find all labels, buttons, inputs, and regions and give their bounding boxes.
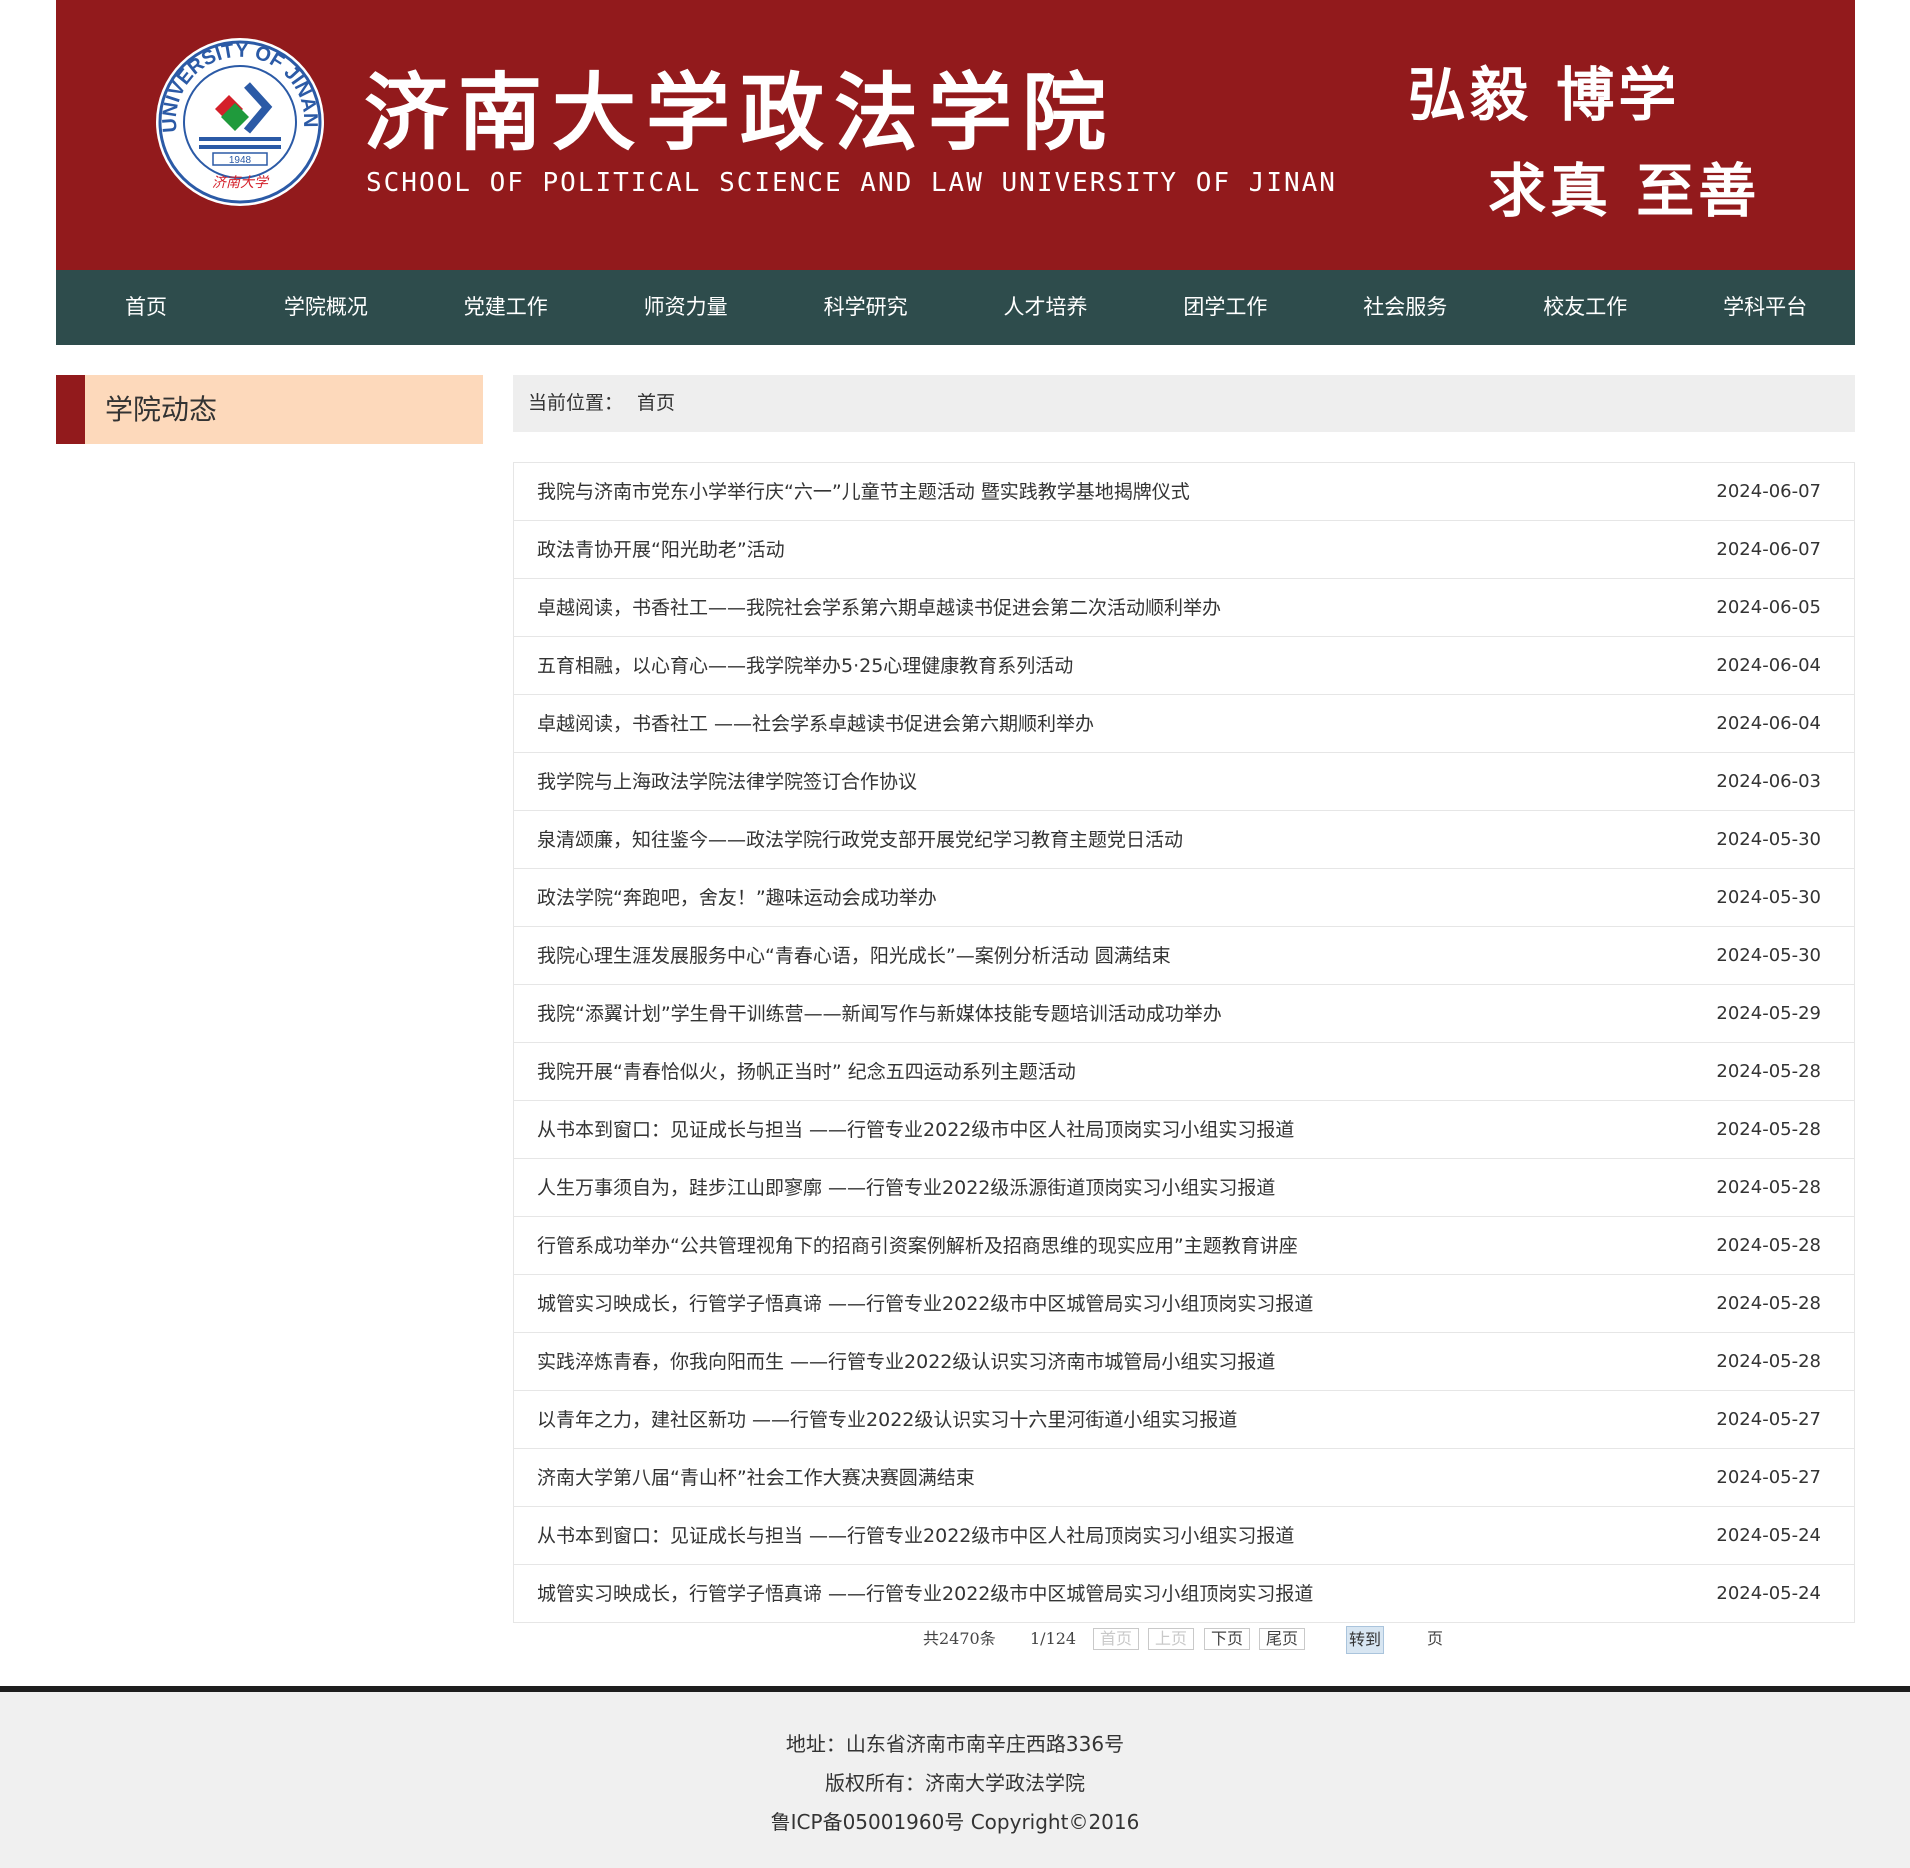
news-date: 2024-05-27 — [1716, 1467, 1821, 1488]
news-list-item[interactable]: 行管系成功举办“公共管理视角下的招商引资案例解析及招商思维的现实应用”主题教育讲… — [514, 1217, 1854, 1275]
breadcrumb-home-link[interactable]: 首页 — [637, 392, 675, 414]
svg-text:1948: 1948 — [229, 155, 252, 166]
news-date: 2024-05-28 — [1716, 1235, 1821, 1256]
site-footer: 地址：山东省济南市南辛庄西路336号 版权所有：济南大学政法学院 鲁ICP备05… — [0, 1692, 1910, 1868]
pagination-page-indicator: 1/124 — [1030, 1629, 1077, 1648]
nav-item-youth-league[interactable]: 团学工作 — [1135, 270, 1315, 345]
sidebar-title: 学院动态 — [105, 393, 218, 426]
news-list-item[interactable]: 我院与济南市党东小学举行庆“六一”儿童节主题活动 暨实践教学基地揭牌仪式 2024… — [514, 463, 1854, 521]
news-title-link[interactable]: 政法学院“奔跑吧，舍友！”趣味运动会成功举办 — [537, 869, 937, 927]
news-title-link[interactable]: 我院心理生涯发展服务中心“青春心语，阳光成长”—案例分析活动 圆满结束 — [537, 927, 1171, 985]
news-date: 2024-06-03 — [1716, 771, 1821, 792]
news-title-link[interactable]: 实践淬炼青春，你我向阳而生 ——行管专业2022级认识实习济南市城管局小组实习报… — [537, 1333, 1275, 1391]
motto-line-2: 求真 至善 — [1488, 157, 1761, 225]
news-list-item[interactable]: 五育相融，以心育心——我学院举办5·25心理健康教育系列活动 2024-06-04 — [514, 637, 1854, 695]
pagination-first-button[interactable]: 首页 — [1093, 1628, 1140, 1650]
news-date: 2024-06-04 — [1716, 655, 1821, 676]
news-date: 2024-05-28 — [1716, 1177, 1821, 1198]
news-title-link[interactable]: 从书本到窗口：见证成长与担当 ——行管专业2022级市中区人社局顶岗实习小组实习… — [537, 1507, 1294, 1565]
news-date: 2024-06-05 — [1716, 597, 1821, 618]
news-date: 2024-05-24 — [1716, 1525, 1821, 1546]
footer-copyright: 版权所有：济南大学政法学院 — [825, 1771, 1085, 1795]
nav-item-faculty[interactable]: 师资力量 — [596, 270, 776, 345]
news-title-link[interactable]: 我院与济南市党东小学举行庆“六一”儿童节主题活动 暨实践教学基地揭牌仪式 — [537, 463, 1190, 521]
news-title-link[interactable]: 泉清颂廉，知往鉴今——政法学院行政党支部开展党纪学习教育主题党日活动 — [537, 811, 1183, 869]
nav-item-social-service[interactable]: 社会服务 — [1315, 270, 1495, 345]
news-list-item[interactable]: 卓越阅读，书香社工——我院社会学系第六期卓越读书促进会第二次活动顺利举办 2024… — [514, 579, 1854, 637]
news-date: 2024-05-28 — [1716, 1293, 1821, 1314]
news-title-link[interactable]: 行管系成功举办“公共管理视角下的招商引资案例解析及招商思维的现实应用”主题教育讲… — [537, 1217, 1298, 1275]
news-title-link[interactable]: 济南大学第八届“青山杯”社会工作大赛决赛圆满结束 — [537, 1449, 975, 1507]
main-nav: 首页 学院概况 党建工作 师资力量 科学研究 人才培养 团学工作 社会服务 校友… — [56, 270, 1855, 345]
news-list-item[interactable]: 实践淬炼青春，你我向阳而生 ——行管专业2022级认识实习济南市城管局小组实习报… — [514, 1333, 1854, 1391]
news-list-item[interactable]: 城管实习映成长，行管学子悟真谛 ——行管专业2022级市中区城管局实习小组顶岗实… — [514, 1275, 1854, 1333]
news-list-item[interactable]: 城管实习映成长，行管学子悟真谛 ——行管专业2022级市中区城管局实习小组顶岗实… — [514, 1565, 1854, 1623]
news-title-link[interactable]: 我学院与上海政法学院法律学院签订合作协议 — [537, 753, 917, 811]
news-date: 2024-05-30 — [1716, 887, 1821, 908]
pagination-total: 共2470条 — [923, 1629, 996, 1648]
pagination-last-button[interactable]: 尾页 — [1259, 1628, 1306, 1650]
news-list-item[interactable]: 政法青协开展“阳光助老”活动 2024-06-07 — [514, 521, 1854, 579]
news-date: 2024-06-07 — [1716, 481, 1821, 502]
news-title-link[interactable]: 我院开展“青春恰似火，扬帆正当时” 纪念五四运动系列主题活动 — [537, 1043, 1076, 1101]
pagination-next-button[interactable]: 下页 — [1204, 1628, 1251, 1650]
pagination-prev-button[interactable]: 上页 — [1148, 1628, 1195, 1650]
news-title-link[interactable]: 城管实习映成长，行管学子悟真谛 ——行管专业2022级市中区城管局实习小组顶岗实… — [537, 1565, 1313, 1623]
news-title-link[interactable]: 城管实习映成长，行管学子悟真谛 ——行管专业2022级市中区城管局实习小组顶岗实… — [537, 1275, 1313, 1333]
news-date: 2024-06-07 — [1716, 539, 1821, 560]
nav-item-overview[interactable]: 学院概况 — [236, 270, 416, 345]
news-title-link[interactable]: 以青年之力，建社区新功 ——行管专业2022级认识实习十六里河街道小组实习报道 — [537, 1391, 1237, 1449]
news-list-item[interactable]: 我院心理生涯发展服务中心“青春心语，阳光成长”—案例分析活动 圆满结束 2024-… — [514, 927, 1854, 985]
news-list-item[interactable]: 我学院与上海政法学院法律学院签订合作协议 2024-06-03 — [514, 753, 1854, 811]
news-title-link[interactable]: 我院“添翼计划”学生骨干训练营——新闻写作与新媒体技能专题培训活动成功举办 — [537, 985, 1222, 1043]
news-title-link[interactable]: 从书本到窗口：见证成长与担当 ——行管专业2022级市中区人社局顶岗实习小组实习… — [537, 1101, 1294, 1159]
breadcrumb-label: 当前位置： — [528, 392, 624, 414]
footer-address: 地址：山东省济南市南辛庄西路336号 — [785, 1732, 1125, 1756]
news-title-link[interactable]: 卓越阅读，书香社工 ——社会学系卓越读书促进会第六期顺利举办 — [537, 695, 1094, 753]
news-date: 2024-05-24 — [1716, 1583, 1821, 1604]
nav-item-research[interactable]: 科学研究 — [776, 270, 956, 345]
news-list-item[interactable]: 从书本到窗口：见证成长与担当 ——行管专业2022级市中区人社局顶岗实习小组实习… — [514, 1507, 1854, 1565]
nav-item-party-building[interactable]: 党建工作 — [416, 270, 596, 345]
news-list-item[interactable]: 从书本到窗口：见证成长与担当 ——行管专业2022级市中区人社局顶岗实习小组实习… — [514, 1101, 1854, 1159]
news-date: 2024-05-30 — [1716, 829, 1821, 850]
news-list-item[interactable]: 我院开展“青春恰似火，扬帆正当时” 纪念五四运动系列主题活动 2024-05-28 — [514, 1043, 1854, 1101]
footer-icp[interactable]: 鲁ICP备05001960号 Copyright©2016 — [0, 1806, 1910, 1835]
news-list-item[interactable]: 济南大学第八届“青山杯”社会工作大赛决赛圆满结束 2024-05-27 — [514, 1449, 1854, 1507]
school-name-chinese: 济南大学政法学院 — [364, 63, 1117, 162]
motto-line-1: 弘毅 博学 — [1408, 61, 1681, 129]
news-title-link[interactable]: 人生万事须自为，跬步江山即寥廓 ——行管专业2022级泺源街道顶岗实习小组实习报… — [537, 1159, 1275, 1217]
news-date: 2024-05-30 — [1716, 945, 1821, 966]
news-list: 我院与济南市党东小学举行庆“六一”儿童节主题活动 暨实践教学基地揭牌仪式 2024… — [513, 462, 1855, 1623]
nav-item-home[interactable]: 首页 — [56, 270, 236, 345]
news-list-item[interactable]: 以青年之力，建社区新功 ——行管专业2022级认识实习十六里河街道小组实习报道 2… — [514, 1391, 1854, 1449]
news-list-item[interactable]: 卓越阅读，书香社工 ——社会学系卓越读书促进会第六期顺利举办 2024-06-04 — [514, 695, 1854, 753]
pagination-goto-button[interactable]: 转到 — [1346, 1626, 1385, 1654]
news-list-item[interactable]: 泉清颂廉，知往鉴今——政法学院行政党支部开展党纪学习教育主题党日活动 2024-0… — [514, 811, 1854, 869]
nav-item-disciplines[interactable]: 学科平台 — [1675, 270, 1855, 345]
news-date: 2024-05-29 — [1716, 1003, 1821, 1024]
nav-item-talent-training[interactable]: 人才培养 — [956, 270, 1136, 345]
news-date: 2024-06-04 — [1716, 713, 1821, 734]
news-list-item[interactable]: 人生万事须自为，跬步江山即寥廓 ——行管专业2022级泺源街道顶岗实习小组实习报… — [514, 1159, 1854, 1217]
news-title-link[interactable]: 五育相融，以心育心——我学院举办5·25心理健康教育系列活动 — [537, 637, 1073, 695]
svg-text:济南大学: 济南大学 — [212, 175, 270, 191]
sidebar-title-box: 学院动态 — [56, 375, 483, 444]
university-seal-logo[interactable]: UNIVERSITY OF JINAN 1948 济南大学 — [155, 37, 325, 207]
pagination-page-unit: 页 — [1427, 1629, 1444, 1648]
breadcrumb: 当前位置： 首页 — [513, 375, 1855, 432]
news-list-item[interactable]: 我院“添翼计划”学生骨干训练营——新闻写作与新媒体技能专题培训活动成功举办 202… — [514, 985, 1854, 1043]
news-list-item[interactable]: 政法学院“奔跑吧，舍友！”趣味运动会成功举办 2024-05-30 — [514, 869, 1854, 927]
news-date: 2024-05-28 — [1716, 1119, 1821, 1140]
news-title-link[interactable]: 卓越阅读，书香社工——我院社会学系第六期卓越读书促进会第二次活动顺利举办 — [537, 579, 1221, 637]
school-name-english: SCHOOL OF POLITICAL SCIENCE AND LAW UNIV… — [366, 168, 1337, 198]
news-date: 2024-05-28 — [1716, 1061, 1821, 1082]
news-title-link[interactable]: 政法青协开展“阳光助老”活动 — [537, 521, 785, 579]
site-banner: UNIVERSITY OF JINAN 1948 济南大学 济南大学政法学院 S… — [56, 0, 1855, 270]
nav-item-alumni[interactable]: 校友工作 — [1495, 270, 1675, 345]
pagination: 共2470条 1/124 首页 上页 下页 尾页 转到 页 — [0, 1626, 1910, 1654]
news-date: 2024-05-27 — [1716, 1409, 1821, 1430]
news-date: 2024-05-28 — [1716, 1351, 1821, 1372]
